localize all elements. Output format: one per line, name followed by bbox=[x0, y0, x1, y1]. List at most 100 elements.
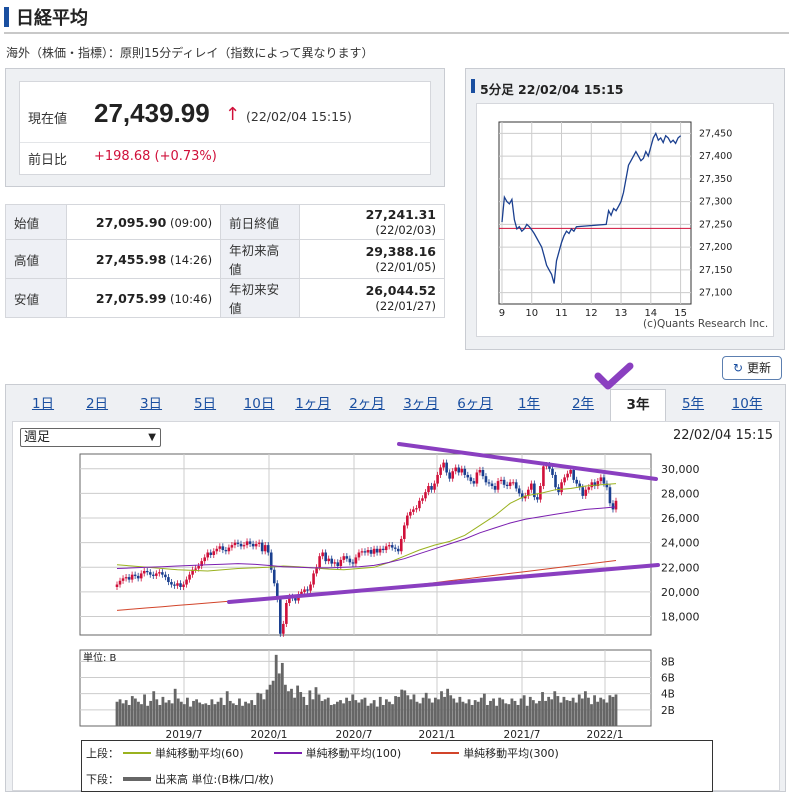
title-accent-bar bbox=[4, 7, 9, 27]
tab-period[interactable]: 5日 bbox=[178, 389, 232, 421]
volume-bar bbox=[406, 695, 410, 726]
candle-body bbox=[396, 548, 400, 552]
volume-bar bbox=[522, 695, 526, 726]
volume-bar bbox=[403, 690, 407, 726]
volume-bar bbox=[219, 697, 223, 726]
current-value: 27,439.99 bbox=[94, 98, 210, 128]
volume-bar bbox=[571, 697, 575, 726]
volume-bar bbox=[476, 701, 480, 726]
volume-bar bbox=[234, 704, 238, 726]
quote-value: 27,075.99 (10:46) bbox=[66, 278, 222, 318]
tab-period[interactable]: 5年 bbox=[666, 389, 720, 421]
volume-bar bbox=[118, 699, 122, 726]
candle-body bbox=[409, 511, 412, 516]
legend-volume-swatch bbox=[123, 777, 151, 781]
volume-bar bbox=[605, 702, 609, 726]
candle-body bbox=[342, 556, 346, 560]
candle-body bbox=[148, 572, 152, 575]
candle-body bbox=[496, 481, 500, 490]
main-chart: 2019/7 2020/1 2020/7 2021/1 2021/7 2022/118,0… bbox=[79, 442, 700, 741]
volume-bar bbox=[265, 689, 269, 726]
candle-body bbox=[551, 468, 554, 475]
volume-bar bbox=[443, 696, 446, 726]
candle-body bbox=[584, 489, 588, 496]
volume-bar bbox=[259, 693, 263, 726]
candle-body bbox=[439, 467, 442, 475]
tab-period[interactable]: 1ヶ月 bbox=[286, 389, 340, 421]
candle-body bbox=[188, 574, 191, 580]
volume-bar bbox=[143, 694, 146, 726]
volume-bar bbox=[375, 706, 379, 726]
intraday-y-tick: 27,200 bbox=[699, 242, 732, 253]
volume-bar bbox=[140, 704, 143, 726]
volume-bar bbox=[440, 691, 443, 726]
tab-period[interactable]: 3ヶ月 bbox=[394, 389, 448, 421]
volume-bar bbox=[599, 697, 603, 726]
volume-bar bbox=[394, 696, 397, 726]
quote-value: 27,095.90 (09:00) bbox=[66, 204, 222, 240]
candle-body bbox=[239, 543, 243, 547]
quote-label-2: 年初来高値 bbox=[220, 239, 301, 279]
volume-bar bbox=[446, 688, 450, 726]
volume-bar bbox=[415, 701, 419, 726]
price-panel: 現在値 27,439.99 ↑ (22/02/04 15:15) 前日比 +19… bbox=[5, 68, 445, 187]
volume-bar bbox=[231, 703, 235, 726]
candle-body bbox=[136, 575, 140, 579]
candle-body bbox=[351, 562, 355, 564]
volume-bar bbox=[583, 691, 587, 726]
tab-period[interactable]: 3年 bbox=[610, 389, 666, 421]
volume-bar bbox=[467, 699, 471, 726]
legend-ma100-swatch bbox=[273, 752, 302, 754]
candle-body bbox=[115, 584, 119, 587]
volume-bar bbox=[228, 700, 232, 726]
volume-bar bbox=[238, 698, 241, 726]
candle-body bbox=[321, 552, 324, 557]
volume-bar bbox=[504, 703, 508, 726]
refresh-button[interactable]: ↻ 更新 bbox=[722, 356, 782, 380]
candle-body bbox=[469, 477, 473, 482]
volume-bar bbox=[519, 698, 523, 726]
candle-body bbox=[424, 492, 427, 499]
volume-bar bbox=[574, 702, 578, 726]
volume-bar bbox=[409, 699, 413, 726]
volume-bar bbox=[384, 699, 388, 726]
quote-time: (10:46) bbox=[166, 291, 213, 306]
candle-body bbox=[475, 472, 479, 484]
tab-period[interactable]: 2日 bbox=[70, 389, 124, 421]
candle-body bbox=[487, 482, 491, 484]
candle-body bbox=[336, 562, 340, 567]
candle-body bbox=[282, 623, 285, 634]
candle-body bbox=[372, 548, 376, 554]
volume-bar bbox=[587, 697, 590, 726]
volume-bar bbox=[433, 697, 437, 726]
volume-bar bbox=[287, 691, 290, 726]
volume-bar bbox=[568, 700, 572, 726]
volume-bar bbox=[210, 699, 214, 726]
tab-period[interactable]: 10日 bbox=[232, 389, 286, 421]
tab-period[interactable]: 2ヶ月 bbox=[340, 389, 394, 421]
candle-body bbox=[197, 566, 200, 569]
volume-bar bbox=[296, 685, 300, 726]
intraday-x-tick: 9 bbox=[499, 308, 505, 319]
volume-bar bbox=[195, 699, 198, 726]
tab-period[interactable]: 1年 bbox=[502, 389, 556, 421]
intraday-x-tick: 12 bbox=[585, 308, 598, 319]
tab-period[interactable]: 3日 bbox=[124, 389, 178, 421]
tab-period[interactable]: 10年 bbox=[720, 389, 774, 421]
quote-value-2: 26,044.52 (22/01/27) bbox=[299, 278, 445, 318]
tab-period[interactable]: 1日 bbox=[16, 389, 70, 421]
volume-bar bbox=[458, 696, 462, 726]
candle-body bbox=[242, 545, 246, 547]
candle-body bbox=[415, 508, 418, 510]
quote-time: (22/01/05) bbox=[375, 260, 436, 274]
price-box: 現在値 27,439.99 ↑ (22/02/04 15:15) 前日比 +19… bbox=[19, 81, 431, 175]
volume-bar bbox=[149, 700, 153, 726]
candle-body bbox=[412, 509, 415, 512]
tab-period[interactable]: 2年 bbox=[556, 389, 610, 421]
tab-period[interactable]: 6ヶ月 bbox=[448, 389, 502, 421]
candle-body bbox=[536, 497, 539, 500]
volume-bar bbox=[326, 697, 330, 726]
volume-bar bbox=[241, 705, 244, 726]
volume-bar bbox=[317, 694, 321, 726]
candle-body bbox=[375, 548, 379, 553]
